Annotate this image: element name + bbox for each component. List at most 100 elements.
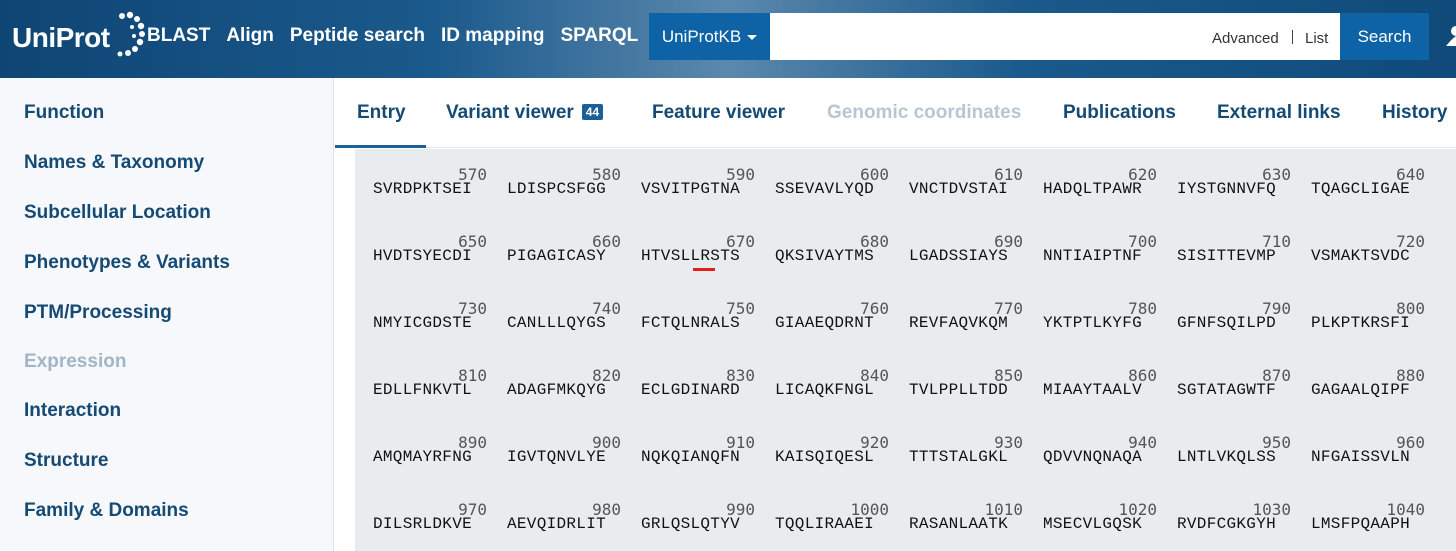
uniprot-logo[interactable]: UniProt [12, 10, 145, 66]
sequence-residues[interactable]: RASANLAATK [909, 515, 1008, 533]
sequence-residues[interactable]: TVLPPLLTDD [909, 381, 1008, 399]
sequence-row: 730 NMYICGDSTE 740 CANLLLQYGS 750 FCTQLNRALS 7… [355, 291, 1456, 351]
search-input[interactable] [770, 13, 1200, 60]
sidebar-item-subcellular-location[interactable]: Subcellular Location [24, 202, 211, 224]
sidebar-item-expression: Expression [24, 351, 127, 372]
sequence-block: 830 ECLGDINARD [641, 358, 775, 399]
sequence-block: 730 NMYICGDSTE [373, 291, 507, 332]
tab-history[interactable]: History [1382, 102, 1447, 124]
sequence-residues[interactable]: MIAAYTAALV [1043, 381, 1142, 399]
sequence-residues[interactable]: VSVITPGTNA [641, 180, 740, 198]
nav-sparql[interactable]: SPARQL [560, 25, 638, 47]
sequence-block: 900 IGVTQNVLYE [507, 425, 641, 466]
sequence-residues[interactable]: GAGAALQIPF [1311, 381, 1410, 399]
sequence-residues[interactable]: LNTLVKQLSS [1177, 448, 1276, 466]
sequence-residues[interactable]: KAISQIQESL [775, 448, 874, 466]
sequence-residues[interactable]: PIGAGICASY [507, 247, 606, 265]
sidebar-item-structure[interactable]: Structure [24, 450, 108, 472]
sequence-residues[interactable]: RVDFCGKGYH [1177, 515, 1276, 533]
nav-peptide-search[interactable]: Peptide search [290, 25, 425, 47]
sequence-residues[interactable]: MSECVLGQSK [1043, 515, 1142, 533]
sequence-residues[interactable]: SVRDPKTSEI [373, 180, 472, 198]
sequence-block: 950 LNTLVKQLSS [1177, 425, 1311, 466]
active-tab-indicator [335, 145, 426, 148]
sequence-block: 710 SISITTEVMP [1177, 224, 1311, 265]
sequence-residues[interactable]: LICAQKFNGL [775, 381, 874, 399]
sequence-block: 650 HVDTSYECDI [373, 224, 507, 265]
sequence-residues[interactable]: GRLQSLQTYV [641, 515, 740, 533]
nav-align[interactable]: Align [226, 25, 274, 47]
sequence-residues[interactable]: NFGAISSVLN [1311, 448, 1410, 466]
sequence-residues[interactable]: NMYICGDSTE [373, 314, 472, 332]
sidebar-item-interaction[interactable]: Interaction [24, 400, 121, 422]
highlight-marker [693, 268, 715, 271]
sequence-residues[interactable]: HTVSLLRSTS [641, 247, 740, 265]
sequence-residues[interactable]: SSEVAVLYQD [775, 180, 874, 198]
sequence-residues[interactable]: ADAGFMKQYG [507, 381, 606, 399]
sequence-residues[interactable]: QKSIVAYTMS [775, 247, 874, 265]
sequence-residues[interactable]: TTTSTALGKL [909, 448, 1008, 466]
sequence-residues[interactable]: ECLGDINARD [641, 381, 740, 399]
sequence-residues[interactable]: NNTIAIPTNF [1043, 247, 1142, 265]
tab-entry[interactable]: Entry [357, 102, 406, 124]
sequence-residues[interactable]: TQAGCLIGAE [1311, 180, 1410, 198]
tab-bar: Entry Variant viewer 44 Feature viewer Ge… [335, 78, 1456, 148]
sequence-residues[interactable]: AMQMAYRFNG [373, 448, 472, 466]
sequence-residues[interactable]: HADQLTPAWR [1043, 180, 1142, 198]
sequence-residues[interactable]: DILSRLDKVE [373, 515, 472, 533]
logo-text: UniProt [12, 22, 110, 53]
sequence-row: 890 AMQMAYRFNG 900 IGVTQNVLYE 910 NQKQIANQFN 9… [355, 425, 1456, 485]
advanced-search-link[interactable]: Advanced [1212, 30, 1279, 47]
sequence-residues[interactable]: CANLLLQYGS [507, 314, 606, 332]
sequence-block: 570 SVRDPKTSEI [373, 157, 507, 198]
sequence-residues[interactable]: HVDTSYECDI [373, 247, 472, 265]
tab-publications[interactable]: Publications [1063, 102, 1176, 124]
sequence-residues[interactable]: VSMAKTSVDC [1311, 247, 1410, 265]
chevron-down-icon [747, 35, 758, 40]
sequence-block: 1010 RASANLAATK [909, 492, 1043, 533]
sequence-residues[interactable]: IGVTQNVLYE [507, 448, 606, 466]
sequence-residues[interactable]: LDISPCSFGG [507, 180, 606, 198]
sequence-residues[interactable]: REVFAQVKQM [909, 314, 1008, 332]
sequence-residues[interactable]: QDVVNQNAQA [1043, 448, 1142, 466]
sequence-block: 620 HADQLTPAWR [1043, 157, 1177, 198]
sequence-residues[interactable]: GIAAEQDRNT [775, 314, 874, 332]
sidebar-item-ptm-processing[interactable]: PTM/Processing [24, 302, 172, 324]
sequence-residues[interactable]: SGTATAGWTF [1177, 381, 1276, 399]
sequence-residues[interactable]: VNCTDVSTAI [909, 180, 1008, 198]
sidebar-item-function[interactable]: Function [24, 102, 104, 124]
sequence-residues[interactable]: YKTPTLKYFG [1043, 314, 1142, 332]
tab-variant-viewer-label: Variant viewer [446, 102, 574, 123]
sequence-block: 800 PLKPTKRSFI [1311, 291, 1445, 332]
nav-blast[interactable]: BLAST [147, 25, 210, 47]
sequence-residues[interactable]: PLKPTKRSFI [1311, 314, 1410, 332]
sequence-residues[interactable]: LMSFPQAAPH [1311, 515, 1410, 533]
sequence-block: 1040 LMSFPQAAPH [1311, 492, 1445, 533]
sequence-residues[interactable]: GFNFSQILPD [1177, 314, 1276, 332]
sequence-residues[interactable]: EDLLFNKVTL [373, 381, 472, 399]
tab-feature-viewer[interactable]: Feature viewer [652, 102, 785, 124]
database-select[interactable]: UniProtKB [649, 13, 770, 60]
sidebar-item-family-domains[interactable]: Family & Domains [24, 500, 189, 522]
sequence-residues[interactable]: FCTQLNRALS [641, 314, 740, 332]
sequence-block: 670 HTVSLLRSTS [641, 224, 775, 265]
tab-external-links[interactable]: External links [1217, 102, 1341, 124]
tab-variant-viewer[interactable]: Variant viewer 44 [446, 102, 604, 124]
sequence-residues[interactable]: LGADSSIAYS [909, 247, 1008, 265]
sequence-block: 580 LDISPCSFGG [507, 157, 641, 198]
sidebar-item-names-taxonomy[interactable]: Names & Taxonomy [24, 152, 204, 174]
sequence-residues[interactable]: SISITTEVMP [1177, 247, 1276, 265]
sequence-residues[interactable]: NQKQIANQFN [641, 448, 740, 466]
sequence-block: 840 LICAQKFNGL [775, 358, 909, 399]
sequence-residues[interactable]: AEVQIDRLIT [507, 515, 606, 533]
sequence-residues[interactable]: TQQLIRAAEI [775, 515, 874, 533]
sidebar-item-phenotypes-variants[interactable]: Phenotypes & Variants [24, 252, 230, 274]
user-icon[interactable] [1444, 24, 1456, 48]
sequence-block: 1030 RVDFCGKGYH [1177, 492, 1311, 533]
entry-sidebar: Function Names & Taxonomy Subcellular Lo… [0, 78, 334, 551]
sequence-block: 1000 TQQLIRAAEI [775, 492, 909, 533]
nav-id-mapping[interactable]: ID mapping [441, 25, 544, 47]
sequence-residues[interactable]: IYSTGNNVFQ [1177, 180, 1276, 198]
search-button[interactable]: Search [1340, 13, 1429, 60]
list-search-link[interactable]: List [1305, 30, 1328, 47]
